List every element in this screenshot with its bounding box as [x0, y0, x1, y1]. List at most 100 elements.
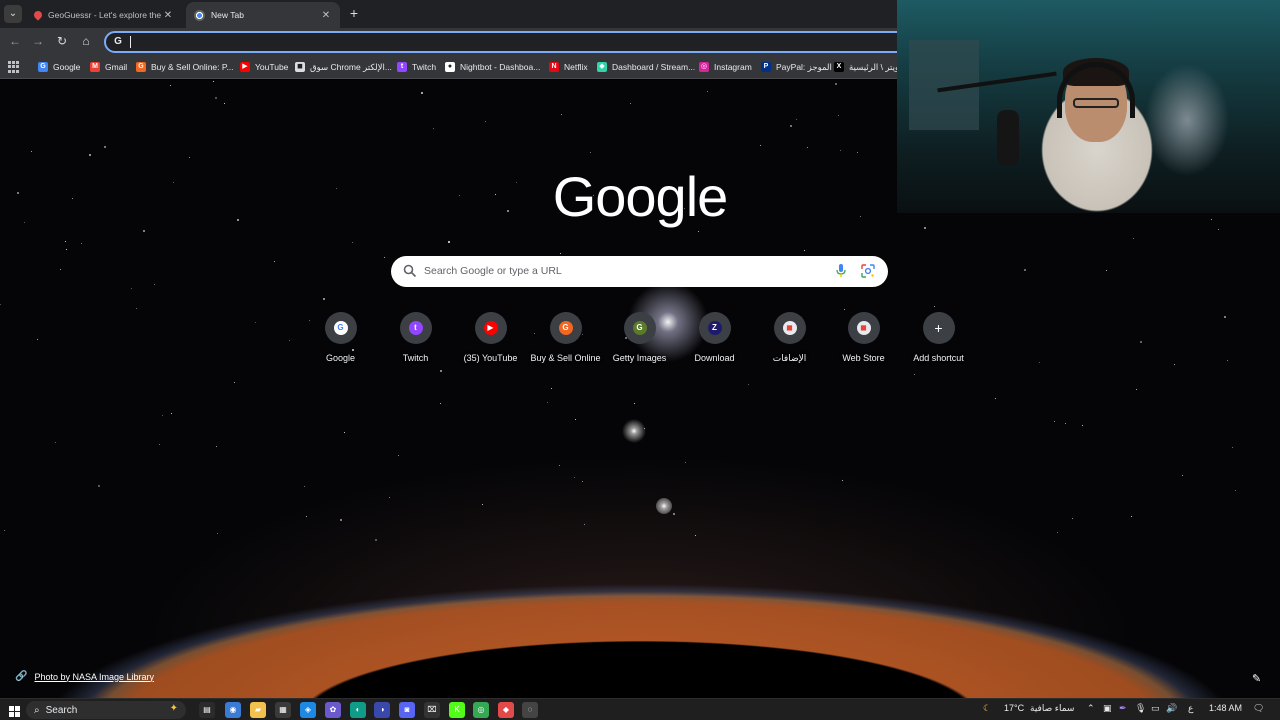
taskbar-search[interactable]: ⌕ Search ✦: [26, 701, 186, 719]
star: [143, 230, 145, 232]
star: [807, 147, 808, 148]
star: [1024, 269, 1026, 271]
search-icon: [403, 264, 417, 278]
language-indicator[interactable]: ع: [1188, 703, 1193, 714]
home-icon[interactable]: ⌂: [77, 32, 95, 50]
bookmark-gmail[interactable]: M Gmail: [90, 59, 127, 75]
google-lens-icon[interactable]: [861, 264, 875, 278]
bookmark-g-orange[interactable]: G Buy & Sell Online: P...: [136, 59, 234, 75]
task-view-icon[interactable]: ▤: [199, 702, 215, 718]
shortcut-tile[interactable]: Z Download: [677, 312, 752, 372]
pen-icon[interactable]: ✒: [1119, 703, 1127, 714]
tab-geoguessr[interactable]: GeoGuessr - Let's explore the w ✕: [26, 2, 182, 28]
customize-pencil-icon[interactable]: ✎: [1252, 672, 1261, 685]
gmail-icon: M: [90, 62, 100, 72]
bookmark-youtube[interactable]: ▶ YouTube: [240, 59, 288, 75]
instagram-icon: ◎: [699, 62, 709, 72]
tray-app-icon[interactable]: ▣: [1103, 703, 1112, 714]
bookmark-instagram[interactable]: ◎ Instagram: [699, 59, 752, 75]
maps-pin-icon[interactable]: ◆: [498, 702, 514, 718]
shortcut-tile[interactable]: ▶ (35) YouTube: [453, 312, 528, 372]
g-orange-icon: G: [558, 321, 573, 335]
microphone-icon[interactable]: [835, 263, 847, 279]
store-icon[interactable]: ▦: [275, 702, 291, 718]
bookmark-x[interactable]: X تويتر \ الرئيسية: [834, 59, 902, 75]
shortcut-circle: G: [623, 312, 656, 344]
star: [485, 121, 486, 122]
app-icon[interactable]: ⌧: [424, 702, 440, 718]
shortcut-label: Buy & Sell Online: [530, 353, 601, 363]
star: [760, 145, 761, 146]
discord-icon[interactable]: ◙: [399, 702, 415, 718]
chevron-up-icon[interactable]: ⌃: [1087, 703, 1095, 714]
weather-temp: 17°C: [1004, 703, 1025, 713]
obs-icon[interactable]: ◌: [522, 702, 538, 718]
star: [237, 219, 239, 221]
tab-new-tab[interactable]: New Tab ✕: [186, 2, 340, 28]
reload-icon[interactable]: ↻: [53, 32, 71, 50]
star: [547, 402, 548, 403]
network-icon[interactable]: ▭: [1151, 703, 1160, 714]
shortcut-tile[interactable]: t Twitch: [378, 312, 453, 372]
new-tab-button[interactable]: +: [346, 5, 362, 21]
star: [384, 257, 385, 258]
star: [171, 413, 172, 414]
shortcut-label: (35) YouTube: [463, 353, 518, 363]
star: [934, 306, 935, 307]
star: [89, 154, 91, 156]
apps-grid-icon[interactable]: [8, 61, 20, 73]
star: [398, 455, 399, 456]
chrome-icon[interactable]: ◎: [473, 702, 489, 718]
shortcut-tile[interactable]: ◼ Web Store: [826, 312, 901, 372]
volume-icon[interactable]: 🔊: [1166, 703, 1177, 714]
app-icon[interactable]: ◑: [374, 702, 390, 718]
star: [857, 152, 858, 153]
bookmark-streamelements[interactable]: ◆ Dashboard / Stream...: [597, 59, 695, 75]
notifications-icon[interactable]: 🗨: [1253, 703, 1264, 714]
bookmark-paypal[interactable]: P PayPal: الموجز: [761, 59, 832, 75]
shortcut-tile[interactable]: G Buy & Sell Online: [528, 312, 603, 372]
shortcut-tile[interactable]: G Getty Images: [602, 312, 677, 372]
twitch-icon: t: [397, 62, 407, 72]
shortcut-tile[interactable]: ◼ الإضافات: [752, 312, 827, 372]
shortcut-tile[interactable]: + Add shortcut: [901, 312, 976, 372]
back-icon[interactable]: ←: [6, 32, 24, 50]
microphone-icon[interactable]: 🎙: [1135, 703, 1146, 714]
webcam-overlay: [897, 0, 1280, 213]
star: [1182, 475, 1183, 476]
star: [216, 446, 217, 447]
star: [560, 253, 561, 254]
photos-icon[interactable]: ◈: [300, 702, 316, 718]
star: [162, 415, 163, 416]
bookmark-label: Google: [53, 62, 81, 72]
paint-icon[interactable]: ✿: [325, 702, 341, 718]
bookmark-netflix[interactable]: N Netflix: [549, 59, 588, 75]
tab-search-chevron-icon[interactable]: ⌄: [4, 5, 22, 23]
bookmark-twitch[interactable]: t Twitch: [397, 59, 436, 75]
shortcut-tile[interactable]: G Google: [303, 312, 378, 372]
bookmark-nightbot[interactable]: ● Nightbot - Dashboa...: [445, 59, 540, 75]
star: [55, 442, 56, 443]
file-explorer-icon[interactable]: ▰: [250, 702, 266, 718]
star: [159, 444, 160, 445]
star: [433, 128, 434, 129]
star: [234, 382, 235, 383]
chrome-store-icon: ◼: [782, 321, 797, 335]
photo-credit-link[interactable]: 🔗 Photo by NASA Image Library: [15, 671, 154, 682]
forward-icon[interactable]: →: [29, 32, 47, 50]
bookmark-chrome-store[interactable]: ◼ سوق Chrome الإلكتر...: [295, 59, 392, 75]
star: [1072, 518, 1073, 519]
kick-icon[interactable]: K: [449, 702, 465, 718]
windows-start-icon[interactable]: [6, 702, 22, 718]
x-icon: X: [834, 62, 844, 72]
close-tab-icon[interactable]: ✕: [162, 10, 174, 21]
ntp-search-box[interactable]: Search Google or type a URL: [391, 256, 888, 287]
star: [695, 535, 696, 536]
copilot-icon[interactable]: ◉: [225, 702, 241, 718]
bookmark-label: تويتر \ الرئيسية: [849, 61, 902, 72]
edge-icon[interactable]: ◐: [350, 702, 366, 718]
bookmark-google[interactable]: G Google: [38, 59, 80, 75]
address-bar[interactable]: G: [104, 31, 1004, 53]
clock[interactable]: 1:48 AM: [1209, 703, 1242, 713]
close-tab-icon[interactable]: ✕: [320, 10, 332, 21]
